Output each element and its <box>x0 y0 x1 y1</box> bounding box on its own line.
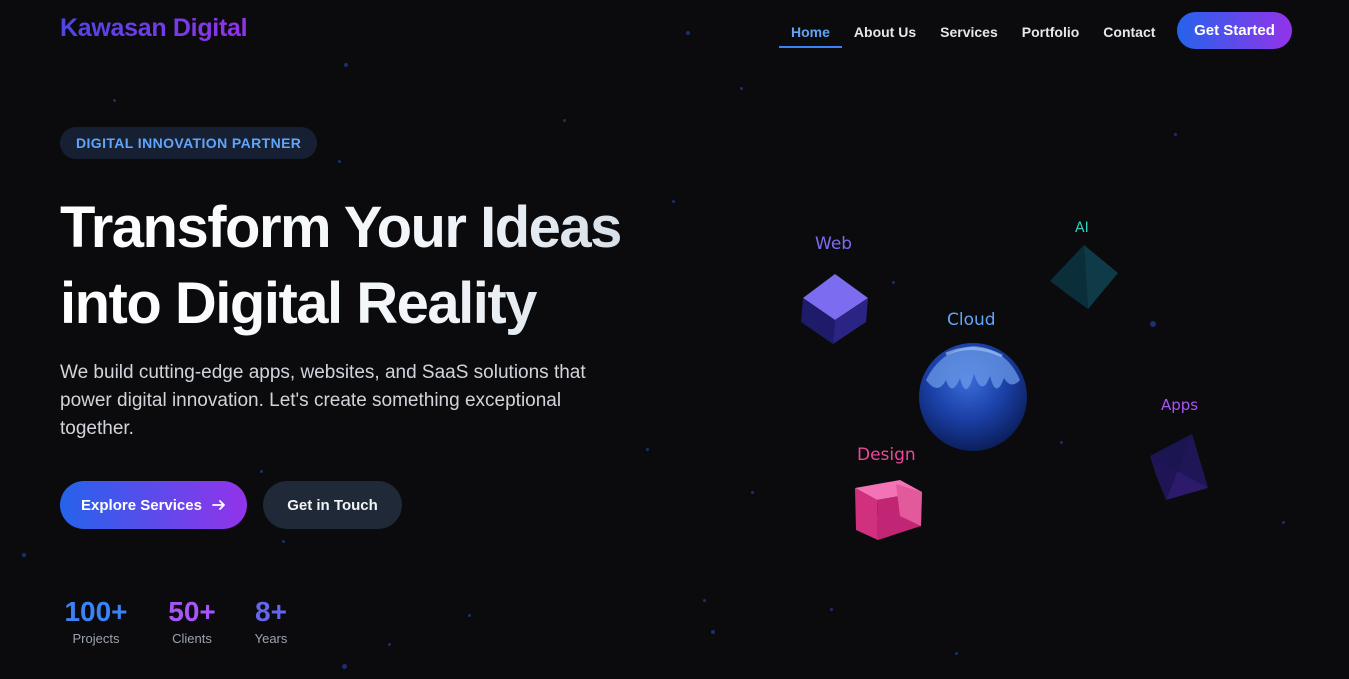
explore-services-button[interactable]: Explore Services <box>60 481 247 529</box>
stat-projects: 100+ Projects <box>60 596 132 646</box>
nav-item-portfolio[interactable]: Portfolio <box>1010 22 1092 48</box>
ai-pyramid-icon <box>1050 245 1118 309</box>
scene-label-ai: AI <box>1075 220 1089 236</box>
landing-page: Kawasan Digital Home About Us Services P… <box>0 0 1349 679</box>
web-cube-icon <box>801 274 868 344</box>
hero-headline: Transform Your Ideas into Digital Realit… <box>60 190 700 342</box>
scene-label-web: Web <box>815 234 853 254</box>
hero-headline-line-2: into Digital Reality <box>60 266 700 342</box>
stat-label: Years <box>254 631 288 646</box>
explore-services-label: Explore Services <box>81 496 202 514</box>
scene-label-cloud: Cloud <box>947 310 996 330</box>
scene-label-design: Design <box>857 445 916 465</box>
nav-item-services[interactable]: Services <box>928 22 1010 48</box>
brand-logo[interactable]: Kawasan Digital <box>60 14 248 43</box>
apps-octahedron-icon <box>1150 434 1208 500</box>
hero-subtitle: We build cutting-edge apps, websites, an… <box>60 362 586 439</box>
stat-clients: 50+ Clients <box>162 596 222 646</box>
stat-value: 100+ <box>64 596 128 627</box>
cloud-sphere-icon <box>919 343 1027 451</box>
arrow-right-icon <box>212 500 225 510</box>
get-started-button[interactable]: Get Started <box>1177 12 1292 49</box>
stat-years: 8+ Years <box>248 596 294 646</box>
stat-value: 8+ <box>255 596 287 627</box>
hero-badge: DIGITAL INNOVATION PARTNER <box>60 127 318 159</box>
stat-label: Clients <box>172 631 212 646</box>
get-in-touch-button[interactable]: Get in Touch <box>263 481 402 529</box>
hero-headline-line-1: Transform Your Ideas <box>60 190 700 266</box>
nav-item-contact[interactable]: Contact <box>1091 22 1167 48</box>
nav-item-about-us[interactable]: About Us <box>842 22 928 48</box>
design-cube-icon <box>855 480 922 540</box>
stat-value: 50+ <box>168 596 216 627</box>
nav-item-home[interactable]: Home <box>779 22 842 48</box>
main-nav: Home About Us Services Portfolio Contact <box>779 22 1167 50</box>
stat-label: Projects <box>72 631 120 646</box>
scene-label-apps: Apps <box>1161 396 1199 414</box>
